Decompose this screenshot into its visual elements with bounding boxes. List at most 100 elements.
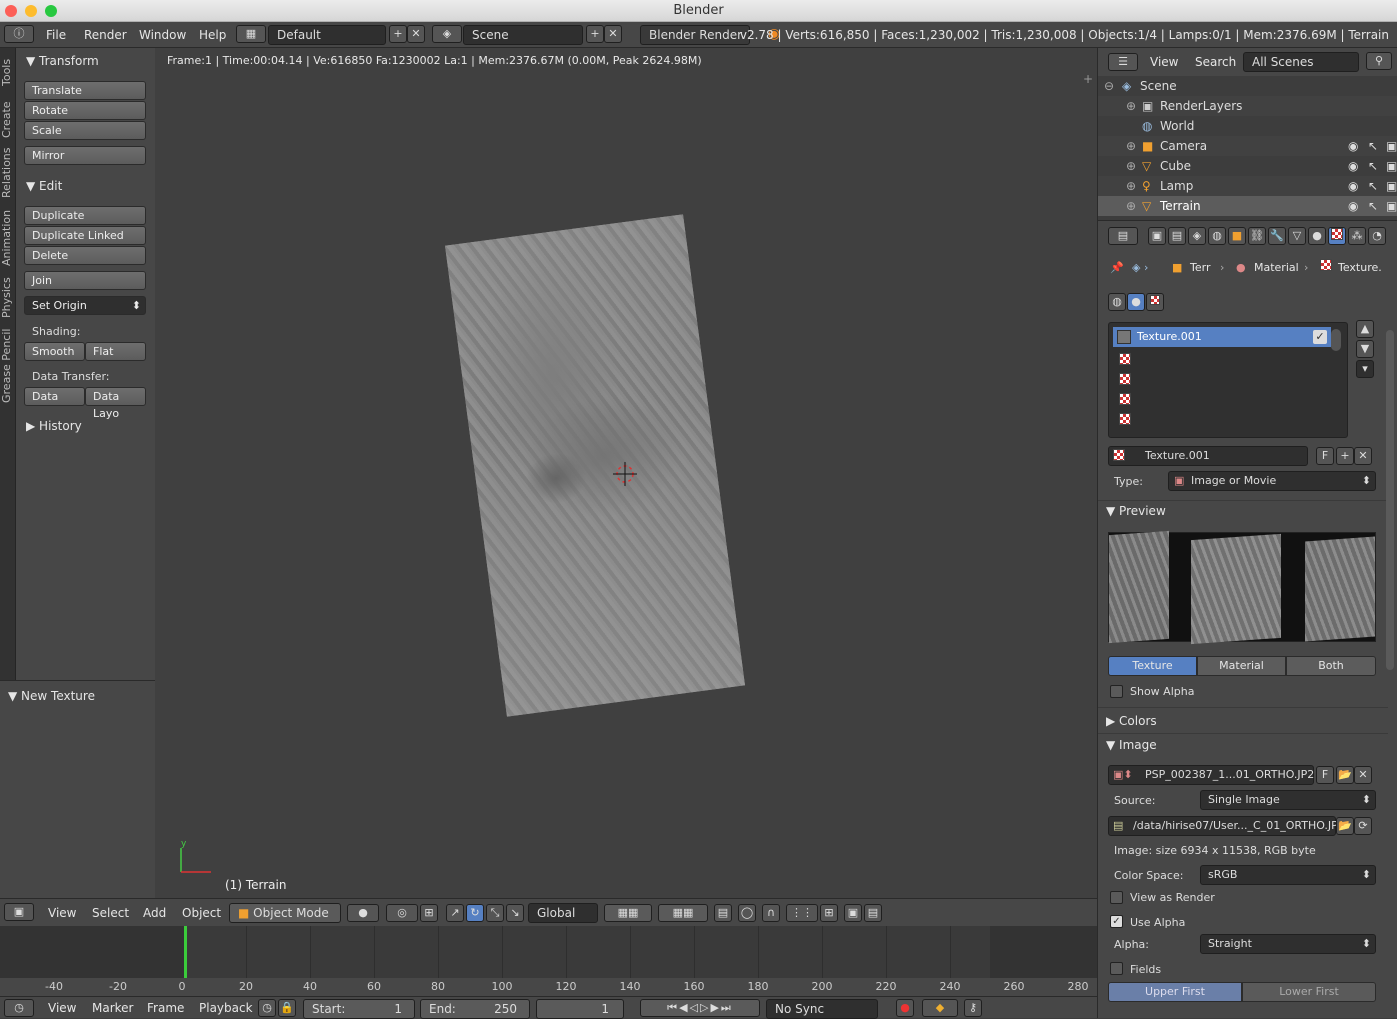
menu-object[interactable]: Object <box>182 899 221 927</box>
scene-dropdown[interactable]: Scene <box>463 25 583 45</box>
image-filepath-field[interactable]: ▤/data/hirise07/User..._C_01_ORTHO.JP2 <box>1108 816 1345 836</box>
move-slot-down-icon[interactable]: ▼ <box>1356 340 1374 358</box>
slot-specials-icon[interactable]: ▾ <box>1356 360 1374 378</box>
outliner-row-renderlayers[interactable]: ⊕ ▣ RenderLayers <box>1098 96 1397 116</box>
show-alpha-checkbox[interactable] <box>1110 685 1123 698</box>
menu-add[interactable]: Add <box>143 899 166 927</box>
interaction-mode-dropdown[interactable]: ■ Object Mode <box>229 903 341 923</box>
minimize-window-button[interactable] <box>25 5 37 17</box>
remove-scene-icon[interactable]: ✕ <box>604 25 622 43</box>
editor-type-properties-icon[interactable]: ▤ <box>1108 227 1138 245</box>
preview-texture-tab[interactable]: Texture <box>1108 656 1197 676</box>
particles-tab-icon[interactable]: ⁂ <box>1348 227 1366 245</box>
texture-datablock-field[interactable]: Texture.001 <box>1108 446 1308 466</box>
properties-scrollbar[interactable] <box>1386 330 1394 670</box>
3d-cursor-icon[interactable] <box>613 462 637 486</box>
preview-panel-header[interactable]: ▼ Preview <box>1106 504 1166 518</box>
lock-range-icon[interactable]: 🔒 <box>278 999 296 1017</box>
rotate-manipulator-icon[interactable]: ↻ <box>466 904 484 922</box>
layout-dropdown[interactable]: Default <box>268 25 386 45</box>
image-datablock-field[interactable]: ▣⬍ PSP_002387_1...01_ORTHO.JP2 <box>1108 765 1314 785</box>
menu-outliner-view[interactable]: View <box>1150 48 1178 76</box>
outliner-display-mode-dropdown[interactable]: All Scenes <box>1243 52 1359 72</box>
image-source-dropdown[interactable]: Single Image ⬍ <box>1200 790 1376 810</box>
3d-viewport[interactable]: Frame:1 | Time:00:04.14 | Ve:616850 Fa:1… <box>155 48 1097 898</box>
editor-type-outliner-icon[interactable]: ☰ <box>1108 53 1138 71</box>
current-frame-field[interactable]: 1 <box>536 999 624 1019</box>
opengl-anim-icon[interactable]: ▤ <box>864 904 882 922</box>
preview-range-icon[interactable]: ◷ <box>258 999 276 1017</box>
editor-type-3dview-icon[interactable]: ▣ <box>4 903 34 921</box>
open-image-icon[interactable]: 📂 <box>1336 766 1354 784</box>
material-texture-type-icon[interactable]: ● <box>1127 293 1145 311</box>
new-texture-icon[interactable]: + <box>1336 447 1354 465</box>
menu-help[interactable]: Help <box>199 22 226 48</box>
add-scene-icon[interactable]: + <box>586 25 604 43</box>
menu-window[interactable]: Window <box>139 22 186 48</box>
outliner-row-scene[interactable]: ⊖ ◈ Scene <box>1098 76 1397 96</box>
fake-user-button[interactable]: F <box>1316 447 1334 465</box>
menu-select[interactable]: Select <box>92 899 129 927</box>
current-frame-marker[interactable] <box>184 926 187 978</box>
view-as-render-checkbox[interactable] <box>1110 891 1123 904</box>
data-button[interactable]: Data <box>24 387 85 406</box>
translate-manipulator-icon[interactable]: ↗ <box>446 904 464 922</box>
slot-enabled-checkbox[interactable]: ✓ <box>1313 330 1327 344</box>
move-slot-up-icon[interactable]: ▲ <box>1356 320 1374 338</box>
use-alpha-checkbox[interactable]: ✓ <box>1110 915 1123 928</box>
keying-set-icon[interactable]: ◆ <box>922 999 958 1017</box>
material-tab-icon[interactable]: ● <box>1308 227 1326 245</box>
snap-element-icon[interactable]: ⋮⋮ <box>786 904 818 922</box>
opengl-render-icon[interactable]: ▣ <box>844 904 862 922</box>
other-texture-type-icon[interactable] <box>1146 293 1164 311</box>
editor-type-info-icon[interactable]: ⓘ <box>4 25 34 43</box>
pivot-point-icon[interactable]: ◎ <box>386 904 418 922</box>
rotate-button[interactable]: Rotate <box>24 101 146 120</box>
render-engine-dropdown[interactable]: Blender Render <box>640 25 750 45</box>
color-space-dropdown[interactable]: sRGB ⬍ <box>1200 865 1376 885</box>
pin-icon[interactable]: 📌 <box>1110 261 1124 274</box>
timeline[interactable]: -40 -20 0 20 40 60 80 100 120 140 160 180 200 220 240 2… <box>0 926 1097 996</box>
data-tab-icon[interactable]: ▽ <box>1288 227 1306 245</box>
add-layout-icon[interactable]: + <box>389 25 407 43</box>
image-fake-user-button[interactable]: F <box>1316 766 1334 784</box>
menu-outliner-search[interactable]: Search <box>1195 48 1236 76</box>
sync-mode-dropdown[interactable]: No Sync <box>766 999 878 1019</box>
mirror-button[interactable]: Mirror <box>24 146 146 165</box>
flat-button[interactable]: Flat <box>85 342 146 361</box>
preview-both-tab[interactable]: Both <box>1286 656 1376 676</box>
keying-insert-icon[interactable]: ⚷ <box>964 999 982 1017</box>
browse-file-icon[interactable]: 📂 <box>1336 817 1354 835</box>
outliner-row-terrain[interactable]: ⊕ ▽ Terrain ◉ ↖ ▣ <box>1098 196 1397 216</box>
outliner-row-cube[interactable]: ⊕ ▽ Cube ◉ ↖ ▣ <box>1098 156 1397 176</box>
render-layers-tab-icon[interactable]: ▤ <box>1168 227 1186 245</box>
world-texture-type-icon[interactable]: ◍ <box>1108 293 1126 311</box>
menu-view[interactable]: View <box>48 899 76 927</box>
slot-list-scrollbar[interactable] <box>1331 329 1341 351</box>
record-keyframe-icon[interactable]: ● <box>896 999 914 1017</box>
texture-slot-list[interactable]: Texture.001 ✓ <box>1108 322 1348 438</box>
alpha-mode-dropdown[interactable]: Straight ⬍ <box>1200 934 1376 954</box>
preview-material-tab[interactable]: Material <box>1197 656 1286 676</box>
object-tab-icon[interactable]: ■ <box>1228 227 1246 245</box>
menu-frame[interactable]: Frame <box>147 997 184 1019</box>
remove-layout-icon[interactable]: ✕ <box>407 25 425 43</box>
texture-type-dropdown[interactable]: ▣ Image or Movie ⬍ <box>1168 471 1376 491</box>
snap-toggle-icon[interactable]: ∩ <box>762 904 780 922</box>
scene-layers-2-icon[interactable]: ▦▦ <box>658 904 708 922</box>
maximize-window-button[interactable] <box>45 5 57 17</box>
render-layer-icon[interactable]: ▤ <box>714 904 732 922</box>
outliner-row-world[interactable]: ◍ World <box>1098 116 1397 136</box>
world-tab-icon[interactable]: ◍ <box>1208 227 1226 245</box>
colors-panel-header[interactable]: ▶ Colors <box>1106 714 1157 728</box>
menu-marker[interactable]: Marker <box>92 997 133 1019</box>
transform-orientation-dropdown[interactable]: Global <box>528 903 598 923</box>
set-origin-dropdown[interactable]: Set Origin ⬍ <box>24 296 146 315</box>
physics-tab-icon[interactable]: ◔ <box>1368 227 1386 245</box>
menu-playback[interactable]: Playback <box>199 997 253 1019</box>
edit-panel-header[interactable]: ▼ Edit <box>26 179 62 193</box>
menu-timeline-view[interactable]: View <box>48 997 76 1019</box>
image-panel-header[interactable]: ▼ Image <box>1106 738 1157 752</box>
editor-type-timeline-icon[interactable]: ◷ <box>4 999 34 1017</box>
smooth-button[interactable]: Smooth <box>24 342 85 361</box>
